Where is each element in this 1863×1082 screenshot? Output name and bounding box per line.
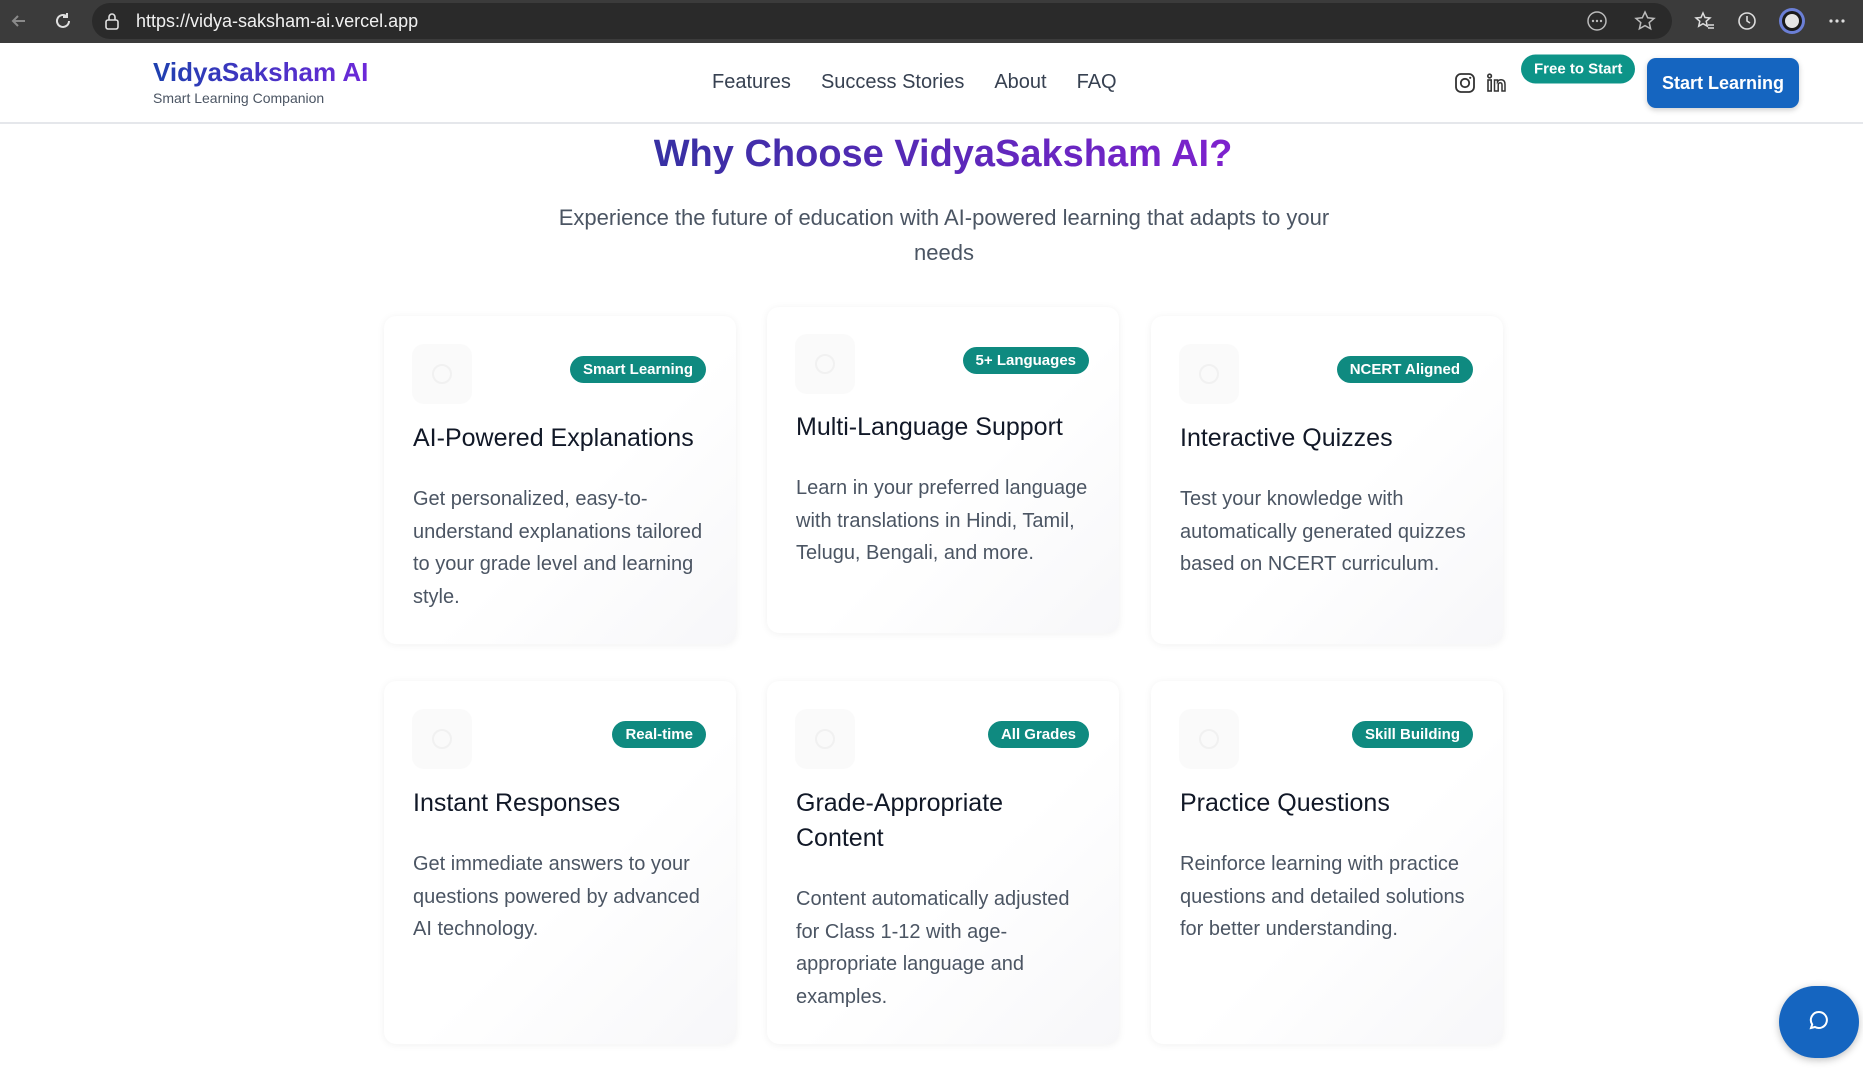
- profile-avatar-icon[interactable]: [1777, 6, 1807, 36]
- card-description: Content automatically adjusted for Class…: [796, 888, 1070, 1008]
- start-learning-button[interactable]: Start Learning: [1647, 58, 1799, 108]
- chat-button[interactable]: [1779, 986, 1859, 1058]
- browser-toolbar: https://vidya-saksham-ai.vercel.app: [0, 0, 1863, 43]
- address-bar[interactable]: https://vidya-saksham-ai.vercel.app: [92, 3, 1672, 39]
- back-icon[interactable]: [4, 6, 34, 36]
- social-links: [1454, 72, 1508, 99]
- star-icon[interactable]: [1634, 10, 1656, 37]
- nav-about[interactable]: About: [994, 71, 1046, 94]
- card-description: Test your knowledge with automatically g…: [1180, 488, 1466, 575]
- feature-card-practice[interactable]: Skill Building Practice Questions Reinfo…: [1151, 681, 1503, 1044]
- feature-card-ai-explanations[interactable]: Smart Learning AI-Powered Explanations G…: [384, 316, 736, 644]
- target-icon: [1179, 709, 1239, 769]
- card-badge: Real-time: [612, 721, 706, 748]
- brand-tagline: Smart Learning Companion: [153, 90, 325, 106]
- brand[interactable]: VidyaSaksham AI Smart Learning Companion: [153, 57, 368, 106]
- reload-icon[interactable]: [48, 6, 78, 36]
- card-title: Multi-Language Support: [796, 413, 1063, 441]
- history-icon[interactable]: [1732, 6, 1762, 36]
- lock-icon: [104, 12, 120, 35]
- card-title: Practice Questions: [1180, 789, 1390, 817]
- menu-dots-icon[interactable]: [1822, 6, 1852, 36]
- card-badge: All Grades: [987, 721, 1089, 748]
- card-badge: Skill Building: [1351, 721, 1473, 748]
- favorites-icon[interactable]: [1690, 6, 1720, 36]
- quiz-icon: [1179, 344, 1239, 404]
- free-to-start-badge: Free to Start: [1521, 54, 1636, 84]
- card-title: AI-Powered Explanations: [413, 424, 694, 452]
- card-description: Get immediate answers to your questions …: [413, 853, 700, 940]
- url-text[interactable]: https://vidya-saksham-ai.vercel.app: [136, 11, 418, 32]
- brand-name[interactable]: VidyaSaksham AI: [153, 57, 368, 88]
- nav-success-stories[interactable]: Success Stories: [821, 71, 964, 94]
- card-badge: NCERT Aligned: [1336, 356, 1473, 383]
- card-title: Interactive Quizzes: [1180, 424, 1393, 452]
- card-description: Get personalized, easy-to-understand exp…: [413, 488, 703, 608]
- section-subtitle: Experience the future of education with …: [558, 205, 1330, 265]
- card-title: Grade-Appropriate Content: [796, 789, 1004, 852]
- card-title: Instant Responses: [413, 789, 621, 817]
- feature-card-multi-language[interactable]: 5+ Languages Multi-Language Support Lear…: [767, 307, 1119, 633]
- book-icon: [795, 709, 855, 769]
- chat-bubble-icon: [1807, 1008, 1831, 1037]
- card-description: Reinforce learning with practice questio…: [1180, 853, 1465, 940]
- globe-icon: [795, 334, 855, 394]
- feature-card-instant-responses[interactable]: Real-time Instant Responses Get immediat…: [384, 681, 736, 1044]
- feature-card-grade-content[interactable]: All Grades Grade-Appropriate Content Con…: [767, 681, 1119, 1044]
- instagram-icon[interactable]: [1454, 72, 1476, 99]
- card-badge: 5+ Languages: [962, 347, 1089, 374]
- lightning-icon: [412, 709, 472, 769]
- more-page-options-icon[interactable]: [1586, 10, 1608, 37]
- linkedin-icon[interactable]: [1486, 72, 1508, 99]
- feature-card-quizzes[interactable]: NCERT Aligned Interactive Quizzes Test y…: [1151, 316, 1503, 644]
- brain-icon: [412, 344, 472, 404]
- card-badge: Smart Learning: [569, 356, 706, 383]
- nav-features[interactable]: Features: [712, 71, 791, 94]
- section-title: Why Choose VidyaSaksham AI?: [653, 133, 1233, 175]
- card-description: Learn in your preferred language with tr…: [796, 477, 1088, 564]
- site-header: VidyaSaksham AI Smart Learning Companion…: [0, 43, 1863, 124]
- top-nav: Features Success Stories About FAQ: [712, 71, 1117, 94]
- nav-faq[interactable]: FAQ: [1077, 71, 1117, 94]
